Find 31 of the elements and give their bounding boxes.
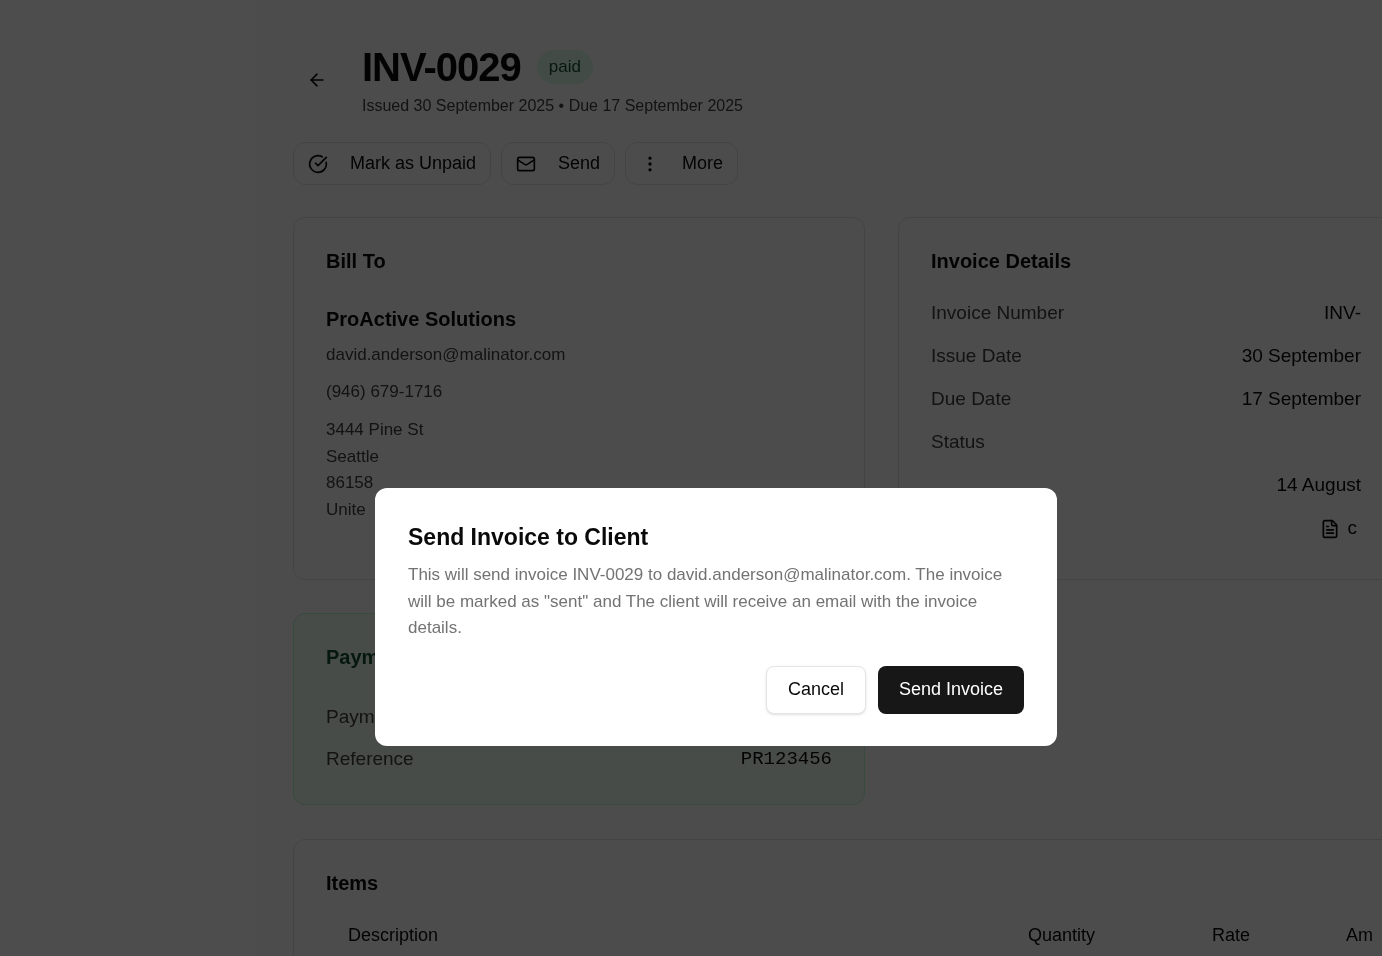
address-line: Seattle	[326, 445, 380, 468]
detail-label: Status	[931, 430, 985, 455]
card-heading: Invoice Details	[931, 249, 1073, 274]
column-header: Am	[1346, 924, 1374, 947]
address-line: 86158	[326, 472, 375, 494]
detail-value: INV-	[1324, 301, 1361, 326]
address-line: Unite	[326, 498, 367, 521]
detail-label: Issue Date	[931, 344, 1022, 369]
send-invoice-button[interactable]: Send Invoice	[877, 665, 1024, 714]
dialog-message: This will send invoice INV-0029 to david.anderson@malinator.com. The invoice will be marked as "sent" and The client will receive an email with the invoice details.	[408, 564, 1004, 639]
column-header: Rate	[1212, 924, 1252, 947]
client-phone: (946) 679-1716	[326, 381, 444, 403]
card-heading: Bill To	[326, 249, 387, 274]
payment-label: Reference	[326, 746, 414, 771]
client-name: ProActive Solutions	[326, 307, 518, 332]
column-header: Quantity	[1028, 924, 1097, 947]
detail-value: 30 September	[1241, 344, 1361, 369]
detail-value: 17 September	[1241, 387, 1361, 412]
payment-value: PR123456	[740, 746, 832, 772]
invoice-title: INV-0029	[362, 44, 521, 90]
address-line: 3444 Pine St	[326, 419, 425, 441]
detail-label: Due Date	[931, 387, 1012, 412]
detail-label: Invoice Number	[931, 301, 1065, 326]
dialog-title: Send Invoice to Client	[408, 523, 650, 552]
payment-label: Paym	[326, 704, 375, 729]
detail-value: 14 August	[1276, 473, 1361, 498]
invoice-dates: Issued 30 September 2025 • Due 17 September 2025	[362, 96, 743, 116]
cancel-button[interactable]: Cancel	[765, 665, 866, 714]
column-header: Description	[348, 924, 440, 947]
card-heading: Items	[326, 871, 380, 896]
client-email: david.anderson@malinator.com	[326, 344, 567, 366]
